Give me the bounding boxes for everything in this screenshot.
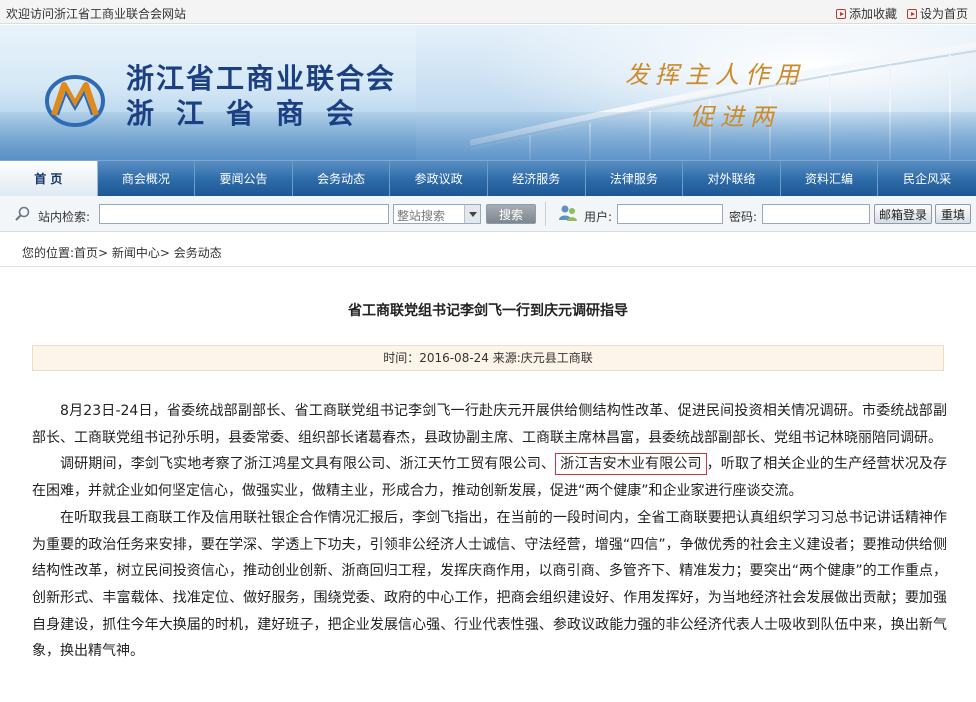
nav-item-economic[interactable]: 经济服务 [488,161,586,196]
article-paragraph: 在听取我县工商联工作及信用联社银企合作情况汇报后，李剑飞指出，在当前的一段时间内… [32,509,947,660]
search-label: 站内检索: [38,210,91,224]
breadcrumb: 您的位置:首页> 新闻中心> 会务动态 [22,244,222,261]
chevron-down-icon [464,205,480,223]
search-scope-value: 整站搜索 [397,209,446,223]
search-scope-select[interactable]: 整站搜索 [393,204,481,224]
search-icon [15,206,30,221]
site-title-line2: 浙江省商会 [126,97,377,130]
welcome-text: 欢迎访问浙江省工商业联合会网站 [6,7,187,21]
nav-item-external[interactable]: 对外联络 [683,161,781,196]
slogan-line1: 发挥主人作用 [625,61,805,89]
mail-login-button[interactable]: 邮箱登录 [874,204,932,224]
main-nav: 首 页 商会概况 要闻公告 会务动态 参政议政 经济服务 法律服务 对外联络 资… [0,160,976,196]
nav-item-resources[interactable]: 资料汇编 [781,161,879,196]
arrow-icon [835,8,846,19]
divider [0,266,976,267]
article-title: 省工商联党组书记李剑飞一行到庆元调研指导 [348,303,628,319]
search-login-bar: 站内检索: 整站搜索 搜索 用户: 密码: 邮箱登录 重填 [0,196,976,232]
slogan-line2: 促进两 [690,103,780,131]
site-title-line1: 浙江省工商业联合会 [126,62,397,95]
arrow-icon [906,8,917,19]
nav-item-politics[interactable]: 参政议政 [390,161,488,196]
highlighted-company: 浙江吉安木业有限公司 [555,453,707,476]
article-paragraph: 8月23日-24日，省委统战部副部长、省工商联党组书记李剑飞一行赴庆元开展供给侧… [32,403,947,446]
article-paragraph: 调研期间，李剑飞实地考察了浙江鸿星文具有限公司、浙江天竹工贸有限公司、 浙江吉安木… [32,451,947,504]
breadcrumb-prefix: 您的位置: [22,246,75,260]
search-button[interactable]: 搜索 [486,204,536,224]
divider [545,202,546,226]
reset-button[interactable]: 重填 [935,204,971,224]
nav-item-news[interactable]: 要闻公告 [195,161,293,196]
search-input[interactable] [99,204,389,224]
site-title: 浙江省工商业联合会 浙江省商会 [126,62,396,132]
nav-item-activities[interactable]: 会务动态 [293,161,391,196]
nav-item-overview[interactable]: 商会概况 [98,161,196,196]
breadcrumb-path[interactable]: 首页> 新闻中心> 会务动态 [74,246,222,260]
user-label: 用户: [584,210,613,224]
article-text: 调研期间，李剑飞实地考察了浙江鸿星文具有限公司、浙江天竹工贸有限公司、 [60,456,556,473]
password-input[interactable] [762,204,870,224]
article-meta: 时间：2016-08-24 来源:庆元县工商联 [32,345,944,371]
user-icon [559,205,577,221]
header-banner: 浙江省工商业联合会 浙江省商会 发挥主人作用 促进两 [0,25,976,160]
add-favorite-label: 添加收藏 [848,7,897,21]
nav-item-enterprises[interactable]: 民企风采 [878,161,976,196]
username-input[interactable] [617,204,723,224]
set-homepage-link[interactable]: 设为首页 [906,5,968,22]
nav-item-legal[interactable]: 法律服务 [586,161,684,196]
nav-item-home[interactable]: 首 页 [0,161,98,196]
password-label: 密码: [729,210,758,224]
article-body: 8月23日-24日，省委统战部副部长、省工商联党组书记李剑飞一行赴庆元开展供给侧… [32,398,947,665]
set-homepage-label: 设为首页 [919,7,968,21]
top-bar: 欢迎访问浙江省工商业联合会网站 添加收藏 设为首页 [0,0,976,24]
add-favorite-link[interactable]: 添加收藏 [835,5,897,22]
federation-logo [45,75,105,127]
top-links: 添加收藏 设为首页 [835,5,968,22]
